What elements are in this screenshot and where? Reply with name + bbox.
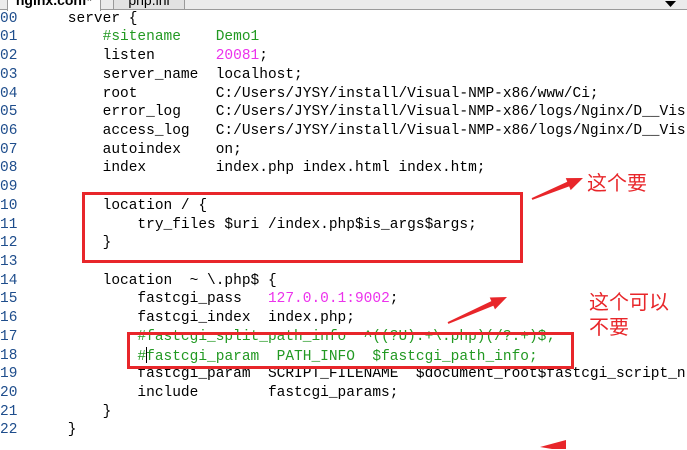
code-token-plain: index index.php index.html index.htm; bbox=[33, 160, 486, 177]
code-line[interactable]: root C:/Users/JYSY/install/Visual-NMP-x8… bbox=[33, 85, 687, 104]
code-token-plain: fastcgi_pass bbox=[33, 291, 268, 308]
line-number: 15 bbox=[0, 291, 18, 308]
line-number: 18 bbox=[0, 347, 18, 364]
line-number: 06 bbox=[0, 122, 18, 139]
code-token-plain: ; bbox=[389, 291, 399, 308]
code-line[interactable]: server_name localhost; bbox=[33, 66, 687, 85]
line-number-gutter: 00 01 02 03 04 05 06 07 08 09 10 11 12 13 14 15 16 17 18 19… bbox=[0, 10, 30, 441]
line-number: 16 bbox=[0, 310, 18, 327]
code-token-plain: } bbox=[33, 403, 112, 420]
line-number: 04 bbox=[0, 85, 18, 102]
line-number: 20 bbox=[0, 385, 18, 402]
line-number: 13 bbox=[0, 253, 18, 270]
code-token-plain: listen bbox=[33, 48, 216, 65]
code-token-plain: include fastcgi_params; bbox=[33, 385, 399, 402]
code-token-number: 20081 bbox=[215, 48, 260, 65]
chevron-down-icon[interactable] bbox=[663, 0, 677, 9]
code-token-number: 127.0.0.1:9002 bbox=[267, 291, 390, 308]
line-number: 12 bbox=[0, 235, 18, 252]
code-token-plain: ; bbox=[259, 48, 268, 65]
line-number: 17 bbox=[0, 328, 18, 345]
line-number: 01 bbox=[0, 29, 18, 46]
code-line[interactable]: #sitename Demo1 bbox=[33, 28, 687, 47]
code-token-plain: server_name localhost; bbox=[33, 66, 303, 83]
code-token-plain: access_log C:/Users/JYSY/install/Visual-… bbox=[33, 122, 686, 139]
annotation-note-optional-line-2: 不要 bbox=[589, 315, 629, 339]
code-line[interactable]: server { bbox=[33, 10, 687, 29]
code-line[interactable]: location ~ \.php$ { bbox=[33, 272, 687, 291]
line-number: 02 bbox=[0, 48, 18, 65]
annotation-box-path-info-lines bbox=[127, 332, 574, 369]
code-token-plain: fastcgi_index index.php; bbox=[33, 310, 355, 327]
code-token-plain: root C:/Users/JYSY/install/Visual-NMP-x8… bbox=[33, 85, 599, 102]
line-number: 11 bbox=[0, 216, 18, 233]
line-number: 09 bbox=[0, 179, 18, 196]
line-number: 14 bbox=[0, 272, 18, 289]
code-line[interactable]: error_log C:/Users/JYSY/install/Visual-N… bbox=[33, 103, 687, 122]
code-token-plain: autoindex on; bbox=[33, 141, 242, 158]
code-token-plain: error_log C:/Users/JYSY/install/Visual-N… bbox=[33, 104, 686, 121]
annotation-note-optional-line-1: 这个可以 bbox=[589, 290, 669, 314]
annotation-note-keep: 这个要 bbox=[587, 171, 647, 195]
line-number: 21 bbox=[0, 403, 18, 420]
tab-nginx-conf[interactable]: nginx.conf* bbox=[7, 0, 101, 11]
line-number: 10 bbox=[0, 197, 18, 214]
code-token-plain: } bbox=[33, 422, 77, 439]
code-line[interactable]: include fastcgi_params; bbox=[33, 384, 687, 403]
code-line[interactable]: } bbox=[33, 421, 687, 440]
code-token-comment: #sitename Demo1 bbox=[33, 29, 260, 46]
line-number: 08 bbox=[0, 160, 18, 177]
tab-php-ini[interactable]: php.ini bbox=[113, 0, 185, 9]
code-token-plain: server { bbox=[33, 10, 138, 27]
code-line[interactable]: listen 20081; bbox=[33, 47, 687, 66]
line-number: 05 bbox=[0, 104, 18, 121]
line-number: 22 bbox=[0, 422, 18, 439]
code-line[interactable]: access_log C:/Users/JYSY/install/Visual-… bbox=[33, 122, 687, 141]
line-number: 00 bbox=[0, 10, 18, 27]
code-token-plain: location ~ \.php$ { bbox=[33, 272, 277, 289]
code-line[interactable]: } bbox=[33, 403, 687, 422]
tab-bar: nginx.conf* php.ini bbox=[0, 0, 687, 11]
code-line[interactable]: autoindex on; bbox=[33, 141, 687, 160]
line-number: 03 bbox=[0, 66, 18, 83]
line-number: 07 bbox=[0, 141, 18, 158]
annotation-box-location-block bbox=[82, 192, 523, 263]
line-number: 19 bbox=[0, 366, 18, 383]
